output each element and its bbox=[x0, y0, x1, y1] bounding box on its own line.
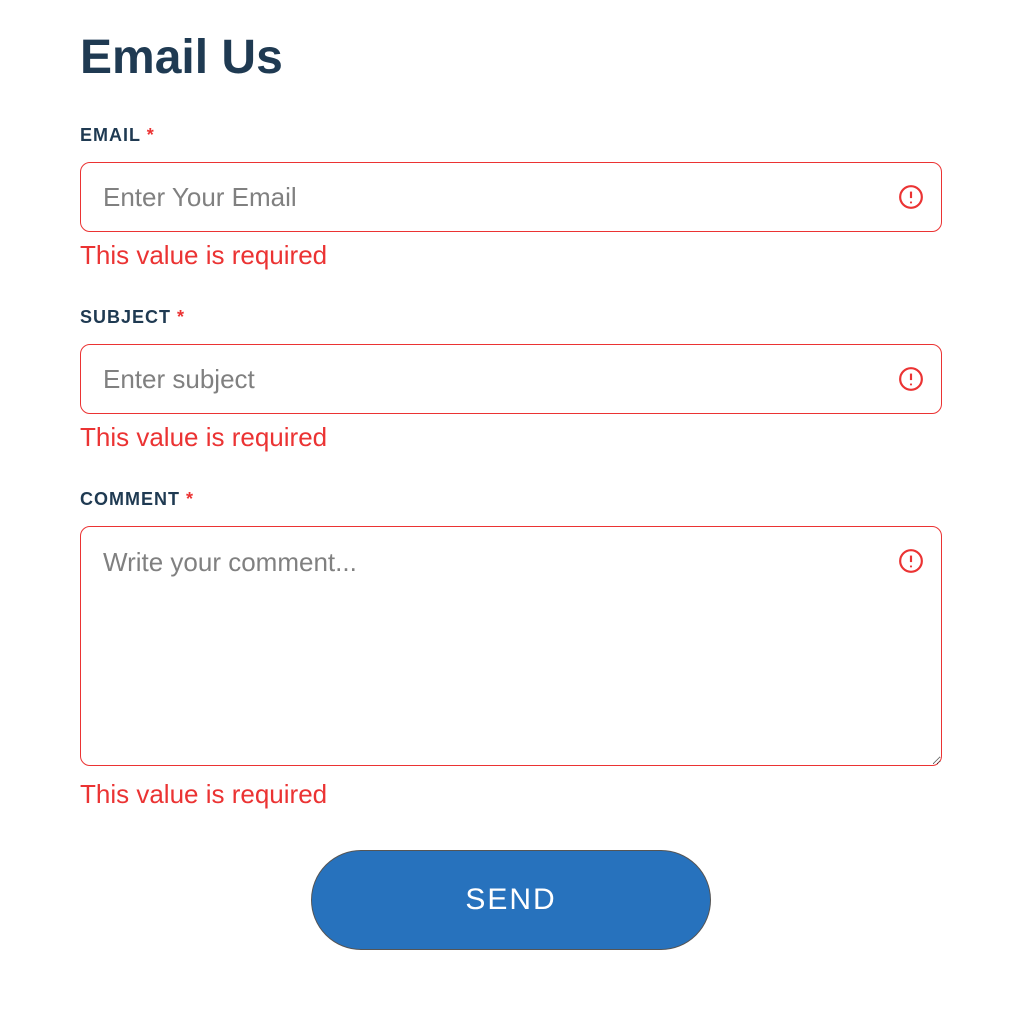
subject-input-wrapper bbox=[80, 344, 942, 414]
subject-label-text: SUBJECT bbox=[80, 307, 171, 327]
required-mark: * bbox=[186, 489, 194, 509]
page-title: Email Us bbox=[80, 30, 942, 85]
subject-label: SUBJECT * bbox=[80, 307, 942, 328]
comment-label-text: COMMENT bbox=[80, 489, 180, 509]
email-error-message: This value is required bbox=[80, 240, 942, 271]
comment-label: COMMENT * bbox=[80, 489, 942, 510]
comment-textarea[interactable] bbox=[80, 526, 942, 766]
required-mark: * bbox=[147, 125, 155, 145]
comment-group: COMMENT * This value is required bbox=[80, 489, 942, 810]
alert-circle-icon bbox=[898, 184, 924, 210]
subject-group: SUBJECT * This value is required bbox=[80, 307, 942, 453]
required-mark: * bbox=[177, 307, 185, 327]
subject-error-message: This value is required bbox=[80, 422, 942, 453]
email-input-wrapper bbox=[80, 162, 942, 232]
alert-circle-icon bbox=[898, 548, 924, 574]
alert-circle-icon bbox=[898, 366, 924, 392]
email-label-text: EMAIL bbox=[80, 125, 141, 145]
comment-input-wrapper bbox=[80, 526, 942, 771]
email-group: EMAIL * This value is required bbox=[80, 125, 942, 271]
submit-row: SEND bbox=[80, 850, 942, 950]
send-button[interactable]: SEND bbox=[311, 850, 711, 950]
comment-error-message: This value is required bbox=[80, 779, 942, 810]
email-label: EMAIL * bbox=[80, 125, 942, 146]
contact-form: EMAIL * This value is required SUBJECT * bbox=[80, 125, 942, 950]
email-input[interactable] bbox=[80, 162, 942, 232]
subject-input[interactable] bbox=[80, 344, 942, 414]
